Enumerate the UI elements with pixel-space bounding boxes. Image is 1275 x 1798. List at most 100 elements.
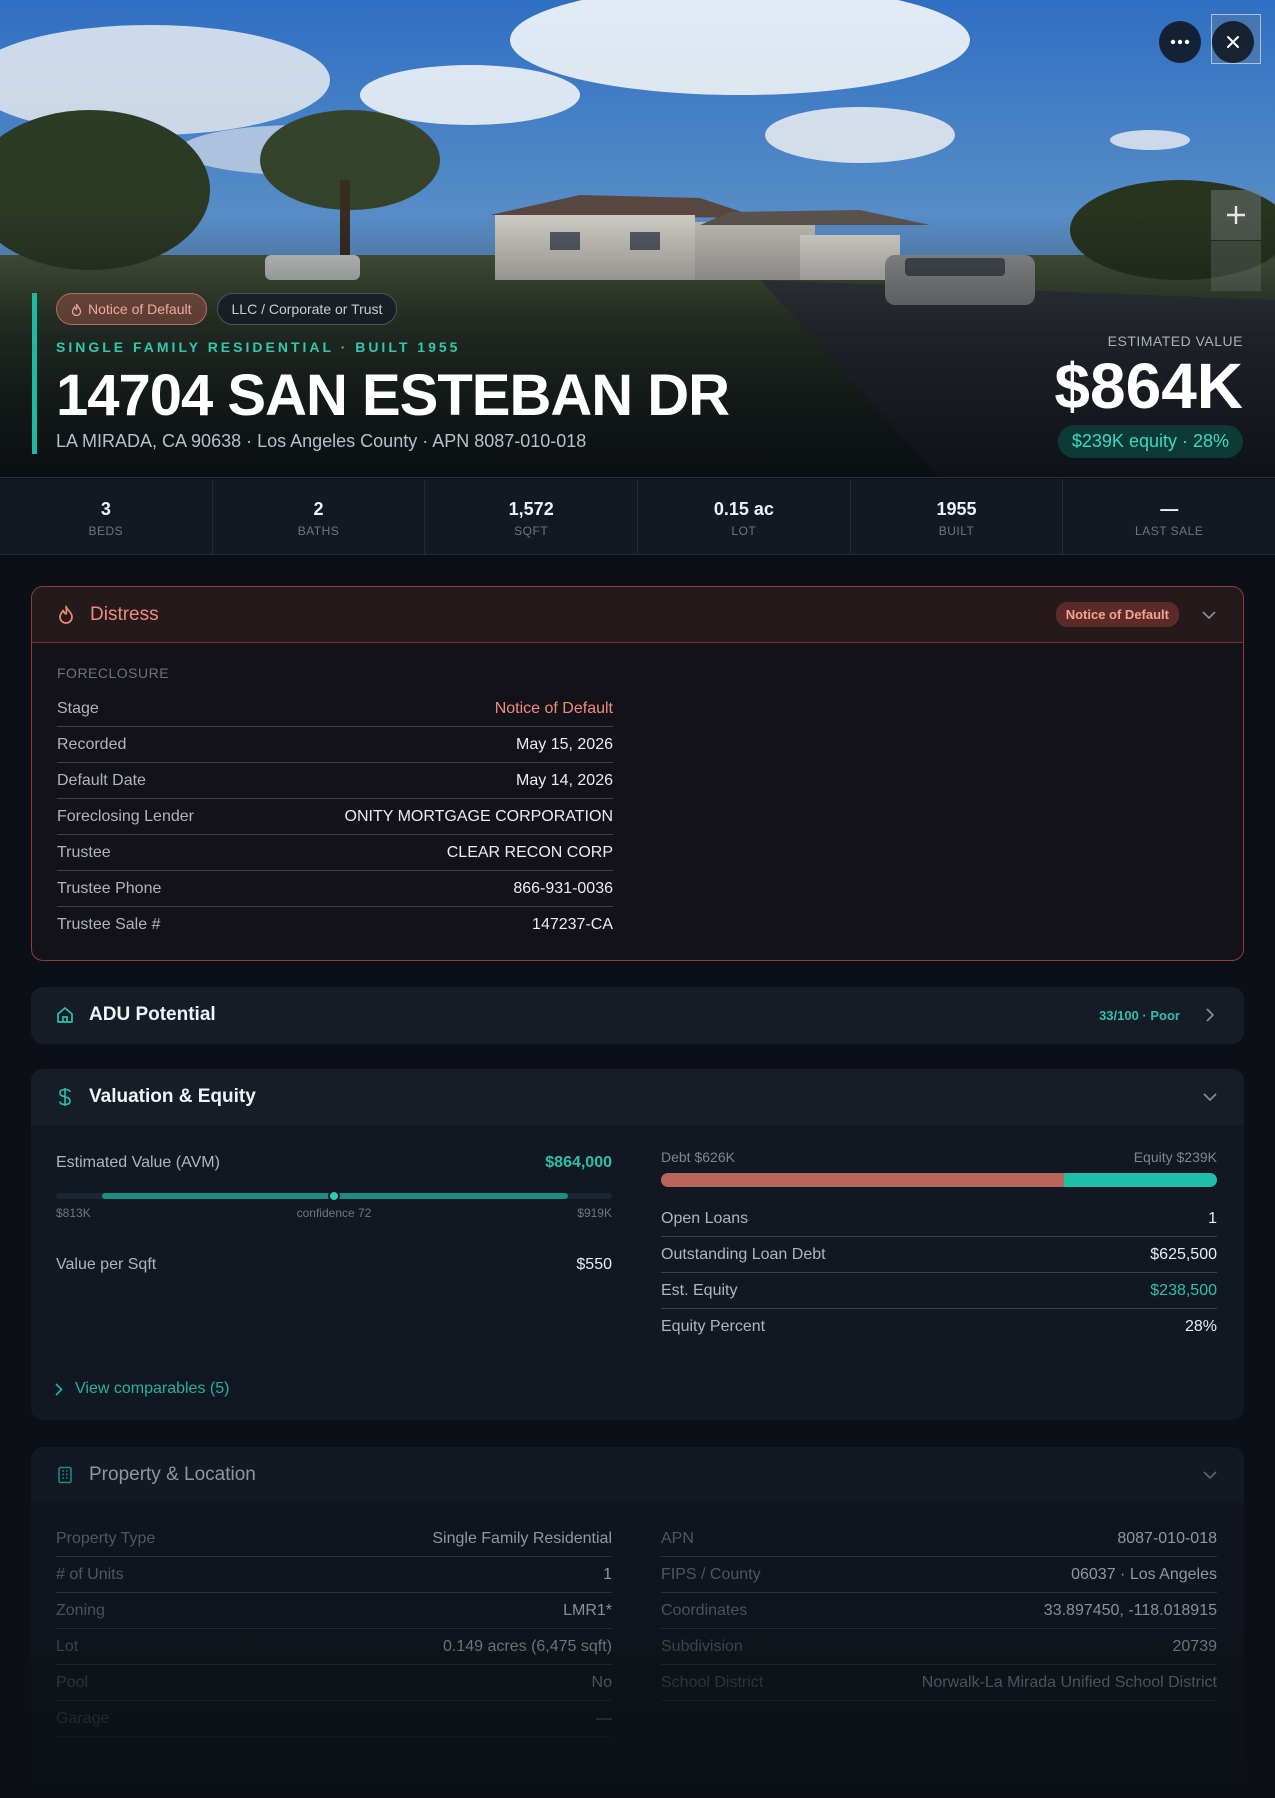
chevron-down-icon[interactable]	[1200, 1465, 1220, 1485]
street-view-hero[interactable]: Notice of Default LLC / Corporate or Tru…	[0, 0, 1275, 478]
estimated-value-label: ESTIMATED VALUE	[1107, 333, 1243, 349]
detail-value: Notice of Default	[494, 699, 613, 717]
property-row: Subdivision 20739	[661, 1629, 1217, 1665]
detail-row: Stage Notice of Default	[57, 691, 613, 727]
dollar-icon	[55, 1087, 75, 1107]
zoom-out-button[interactable]	[1211, 241, 1261, 291]
property-value: 06037 · Los Angeles	[1071, 1565, 1217, 1583]
owner-type-tag: LLC / Corporate or Trust	[216, 293, 398, 325]
detail-value: 147237-CA	[532, 916, 613, 933]
notice-of-default-tag: Notice of Default	[56, 293, 207, 325]
adu-panel-header[interactable]: ADU Potential 33/100 · Poor	[31, 987, 1244, 1043]
foreclosure-details: Stage Notice of Default Recorded May 15, 2…	[57, 691, 613, 943]
stat-label: BATHS	[297, 524, 340, 538]
property-key: Subdivision	[661, 1637, 743, 1655]
stat-label: BEDS	[88, 524, 124, 538]
stat-label: BUILT	[938, 524, 975, 538]
detail-value: May 14, 2026	[516, 771, 613, 789]
property-value: 33.897450, -118.018915	[1043, 1601, 1217, 1619]
valuation-panel-header[interactable]: Valuation & Equity	[31, 1069, 1244, 1125]
loan-key: Est. Equity	[661, 1281, 738, 1299]
debt-label: Debt $626K	[661, 1149, 735, 1165]
stat-value: 3	[100, 499, 111, 519]
property-value: Norwalk-La Mirada Unified School Distric…	[921, 1673, 1217, 1691]
stat-value: 1955	[936, 499, 977, 519]
distress-panel-header[interactable]: Distress Notice of Default	[32, 587, 1243, 643]
chevron-right-icon[interactable]	[1200, 1005, 1220, 1025]
detail-key: Default Date	[57, 771, 146, 789]
detail-value: May 15, 2026	[516, 735, 613, 753]
loan-value: 28%	[1184, 1318, 1217, 1335]
more-options-button[interactable]	[1159, 21, 1201, 63]
property-value: Single Family Residential	[432, 1529, 612, 1547]
property-key: APN	[661, 1529, 694, 1547]
stat-lot: 0.15 ac LOT	[638, 479, 851, 554]
stat-value: 0.15 ac	[713, 499, 774, 519]
property-value: LMR1*	[563, 1601, 612, 1619]
range-low: $813K	[56, 1206, 91, 1220]
detail-row: Trustee Phone 866-931-0036	[57, 871, 613, 907]
close-button[interactable]	[1212, 21, 1254, 63]
equity-pill: $239K equity · 28%	[1057, 425, 1243, 458]
stat-built: 1955 BUILT	[851, 479, 1064, 554]
detail-key: Trustee	[57, 843, 111, 861]
flame-icon	[71, 303, 82, 316]
building-icon	[55, 1465, 75, 1485]
stat-label: LAST SALE	[1135, 524, 1204, 538]
adu-potential-panel[interactable]: ADU Potential 33/100 · Poor	[31, 987, 1244, 1044]
property-value: —	[596, 1709, 612, 1727]
property-key: FIPS / County	[661, 1565, 761, 1583]
property-header: Notice of Default LLC / Corporate or Tru…	[32, 293, 730, 454]
property-details-right: APN 8087-010-018 FIPS / County 06037 · Los…	[661, 1521, 1217, 1701]
distress-title: Distress	[90, 603, 159, 625]
zoom-in-button[interactable]	[1211, 190, 1261, 240]
stat-sqft: 1,572 SQFT	[425, 479, 639, 554]
value-per-sqft: Value per Sqft $550	[56, 1247, 612, 1283]
stat-label: LOT	[731, 524, 757, 538]
property-row: Garage —	[56, 1701, 612, 1737]
foreclosure-section-label: FORECLOSURE	[57, 665, 170, 681]
view-comparables-link[interactable]: View comparables (5)	[55, 1380, 229, 1398]
detail-value: CLEAR RECON CORP	[446, 843, 613, 861]
loan-row: Equity Percent 28%	[661, 1309, 1217, 1345]
equity-label: Equity $239K	[1133, 1149, 1217, 1165]
property-row: Coordinates 33.897450, -118.018915	[661, 1593, 1217, 1629]
detail-row: Trustee Sale # 147237-CA	[57, 907, 613, 943]
loan-key: Equity Percent	[661, 1318, 766, 1335]
stat-baths: 2 BATHS	[213, 479, 426, 554]
property-key: Lot	[56, 1637, 79, 1655]
detail-row: Trustee CLEAR RECON CORP	[57, 835, 613, 871]
detail-value: ONITY MORTGAGE CORPORATION	[344, 807, 613, 825]
avm-column: Estimated Value (AVM) $864,000	[56, 1145, 612, 1181]
tag-label: Notice of Default	[88, 301, 192, 317]
status-tags: Notice of Default LLC / Corporate or Tru…	[56, 293, 729, 325]
distress-panel: Distress Notice of Default FORECLOSURE S…	[31, 586, 1244, 961]
property-address: 14704 SAN ESTEBAN DR	[56, 363, 730, 428]
property-key: Property Type	[56, 1529, 156, 1547]
chevron-down-icon[interactable]	[1200, 1087, 1220, 1107]
address-meta: LA MIRADA, CA 90638 · Los Angeles County…	[56, 431, 587, 451]
property-panel-header[interactable]: Property & Location	[31, 1447, 1244, 1503]
detail-row: Recorded May 15, 2026	[57, 727, 613, 763]
plus-icon	[1227, 206, 1245, 224]
property-value: 20739	[1172, 1637, 1218, 1655]
detail-key: Trustee Sale #	[57, 916, 161, 933]
loan-key: Open Loans	[661, 1209, 749, 1227]
detail-key: Trustee Phone	[57, 879, 162, 897]
property-key: Pool	[56, 1673, 89, 1691]
avm-value: $864,000	[545, 1154, 612, 1171]
property-row: Pool No	[56, 1665, 612, 1701]
stat-value: 2	[313, 499, 324, 519]
valuation-equity-panel: Valuation & Equity Estimated Value (AVM)…	[31, 1069, 1244, 1420]
stat-last-sale: — LAST SALE	[1063, 479, 1275, 554]
avm-label: Estimated Value (AVM)	[56, 1154, 220, 1171]
property-location-panel: Property & Location Property Type Single …	[31, 1447, 1244, 1798]
estimated-value-block: ESTIMATED VALUE $864K $239K equity · 28%	[1054, 333, 1243, 458]
loan-key: Outstanding Loan Debt	[661, 1245, 826, 1263]
property-key: School District	[661, 1673, 764, 1691]
detail-value: 866-931-0036	[513, 879, 613, 897]
detail-row: Default Date May 14, 2026	[57, 763, 613, 799]
chevron-down-icon[interactable]	[1199, 605, 1219, 625]
loan-value: $238,500	[1150, 1281, 1217, 1299]
property-stats-bar: 3 BEDS 2 BATHS 1,572 SQFT 0.15 ac LOT 19…	[0, 479, 1275, 555]
